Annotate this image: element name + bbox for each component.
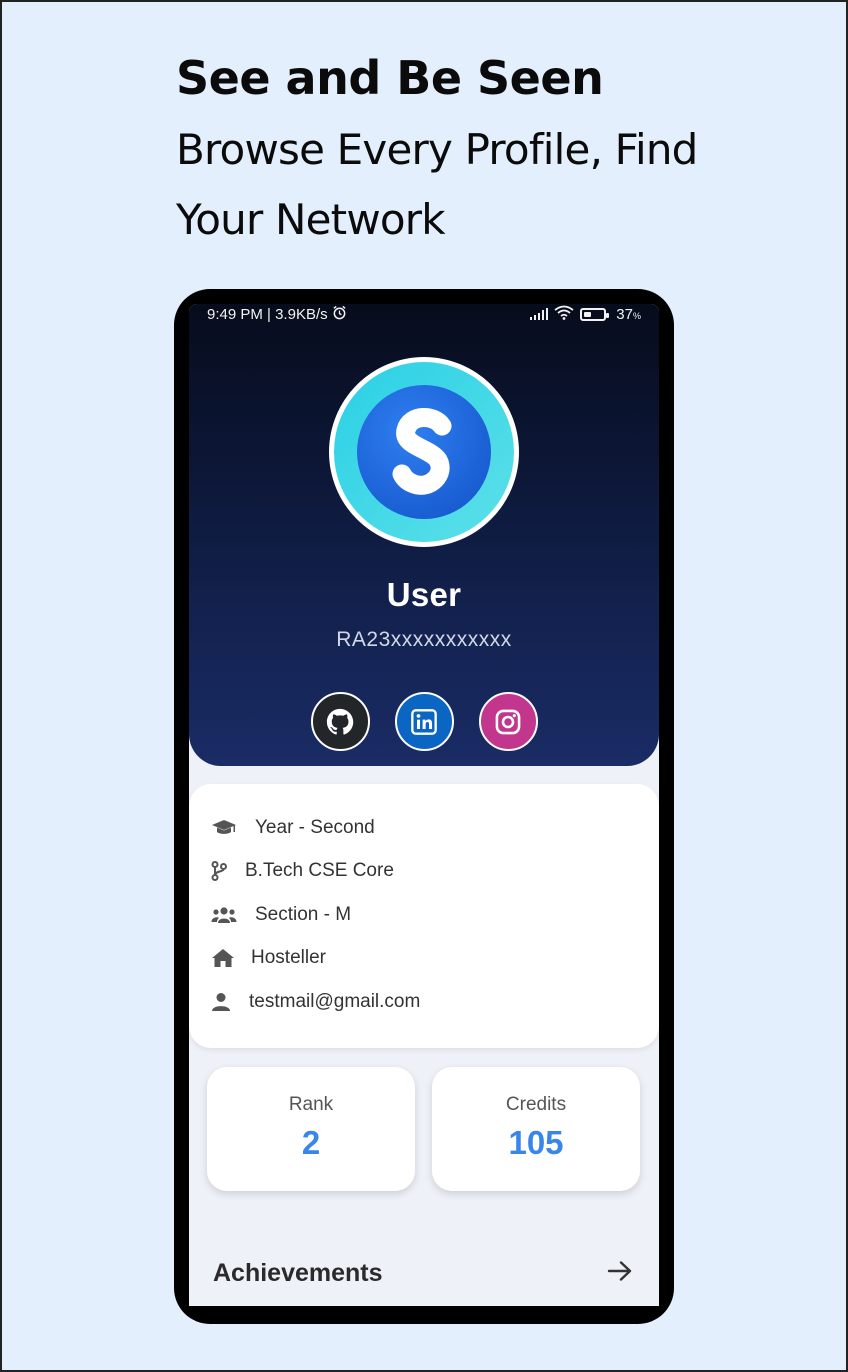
status-time: 9:49 PM | 3.9KB/s [207,305,328,323]
credits-label: Credits [505,1094,567,1115]
rank-value: 2 [301,1124,321,1161]
signal-icon [530,308,549,320]
arrow-right-icon[interactable] [607,1260,633,1287]
achievements-title: Achievements [213,1259,383,1287]
info-branch-label: B.Tech CSE Core [245,860,394,882]
credits-value: 105 [508,1124,564,1161]
promo-subtitle-line1: Browse Every Profile, Find [176,125,698,174]
promo-headline: See and Be Seen Browse Every Profile, Fi… [176,50,816,256]
alarm-icon [332,305,347,324]
battery-icon [580,307,610,321]
profile-header: 9:49 PM | 3.9KB/s 37% User RA23xxxxxxxxx… [189,304,659,766]
status-bar: 9:49 PM | 3.9KB/s 37% [207,304,641,324]
phone-screen: 9:49 PM | 3.9KB/s 37% User RA23xxxxxxxxx… [189,304,659,1306]
phone-frame: 9:49 PM | 3.9KB/s 37% User RA23xxxxxxxxx… [174,289,674,1324]
linkedin-button[interactable] [394,692,454,751]
avatar[interactable] [329,357,519,547]
info-section-label: Section - M [255,903,352,925]
credits-card[interactable]: Credits 105 [432,1067,640,1191]
profile-id: RA23xxxxxxxxxxx [336,628,512,651]
info-year: Year - Second [211,806,659,850]
promo-title: See and Be Seen [176,51,604,105]
home-icon [211,948,237,968]
info-section: Section - M [211,893,659,937]
profile-info-card: Year - Second B.Tech CSE Core Section - … [189,784,659,1048]
info-residence: Hosteller [211,937,659,981]
app-logo-icon [357,385,491,519]
linkedin-icon [411,708,437,735]
promo-subtitle-line2: Your Network [176,195,446,244]
user-icon [211,992,233,1012]
promo-subtitle: Browse Every Profile, Find Your Network [176,114,816,256]
battery-percent-unit: % [632,310,641,321]
info-email-label: testmail@gmail.com [249,990,421,1012]
instagram-button[interactable] [478,692,538,751]
instagram-icon [495,709,521,734]
info-branch: B.Tech CSE Core [211,850,659,894]
github-button[interactable] [310,692,370,751]
achievements-row[interactable]: Achievements [213,1259,633,1288]
info-residence-label: Hosteller [251,947,326,969]
graduation-cap-icon [211,819,237,837]
rank-card[interactable]: Rank 2 [207,1067,415,1191]
battery-percent: 37 [616,305,633,323]
code-branch-icon [211,861,227,882]
info-year-label: Year - Second [255,816,375,838]
wifi-icon [554,305,574,324]
github-icon [326,708,354,735]
info-email: testmail@gmail.com [211,980,659,1024]
social-links [189,692,659,751]
rank-label: Rank [288,1094,334,1115]
users-icon [211,906,237,924]
profile-name: User [386,576,462,613]
